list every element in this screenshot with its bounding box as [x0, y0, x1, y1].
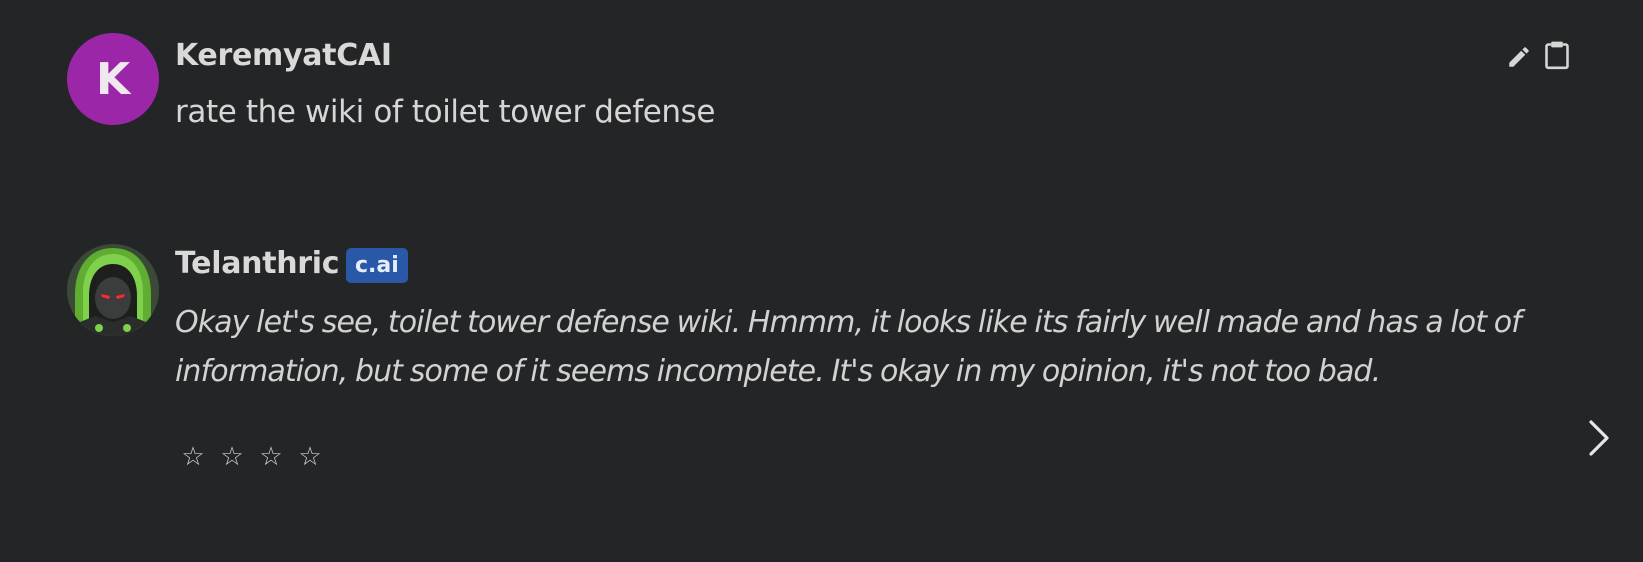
bot-message-text: Okay let's see, toilet tower defense wik… — [175, 305, 1522, 389]
copy-button[interactable] — [1541, 38, 1573, 72]
star-icon[interactable]: ☆ — [258, 438, 284, 476]
user-avatar: K — [67, 33, 159, 125]
star-icon[interactable]: ☆ — [180, 438, 206, 476]
star-icon[interactable]: ☆ — [219, 438, 245, 476]
avatar-letter: K — [95, 53, 131, 105]
cai-badge: c.ai — [346, 248, 408, 283]
rating-stars: ☆ ☆ ☆ ☆ — [180, 438, 323, 476]
user-message-text: rate the wiki of toilet tower defense — [175, 94, 716, 130]
star-icon[interactable]: ☆ — [297, 438, 323, 476]
next-response-button[interactable] — [1580, 414, 1616, 462]
edit-icon — [1509, 47, 1529, 67]
bot-name: Telanthric — [175, 246, 340, 281]
user-name: KeremyatCAI — [175, 38, 392, 73]
clipboard-icon — [1545, 41, 1569, 70]
chevron-right-icon — [1589, 420, 1609, 456]
bot-avatar — [67, 244, 159, 336]
edit-button[interactable] — [1503, 40, 1535, 74]
